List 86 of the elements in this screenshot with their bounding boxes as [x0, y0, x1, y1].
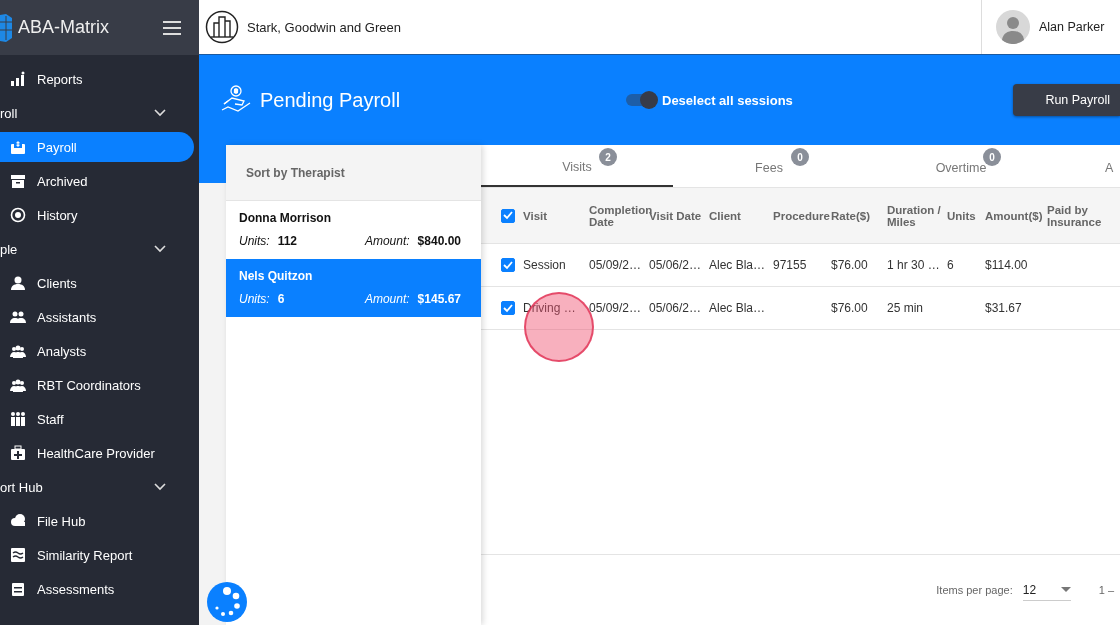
therapist-card[interactable]: Nels Quitzon Units: 6 Amount: $145.67 — [226, 259, 481, 317]
organization-name: Stark, Goodwin and Green — [247, 19, 401, 35]
column-header: Visit — [523, 209, 548, 222]
items-per-page-label: Items per page: — [936, 584, 1013, 596]
sidebar-item[interactable]: Assistants — [0, 302, 194, 332]
column-header: Amount($) — [985, 209, 1043, 222]
sidebar-item[interactable]: Similarity Report — [0, 540, 194, 570]
sidebar-section-header[interactable]: ort Hub — [0, 470, 199, 504]
sidebar-item[interactable]: History — [0, 200, 194, 230]
column-header: Duration / Miles — [887, 203, 941, 228]
clipboard-list-icon — [10, 581, 26, 597]
people-icon — [10, 309, 26, 325]
tab[interactable]: A — [1057, 145, 1114, 187]
table-cell: $76.00 — [831, 258, 868, 272]
page-size-select[interactable]: 12 — [1022, 579, 1071, 601]
table-cell: Alec Bla… — [709, 258, 766, 272]
count-badge: 0 — [983, 148, 1001, 166]
table-cell: 05/09/2… — [589, 301, 642, 315]
amount-value: $145.67 — [417, 292, 461, 306]
table-cell: 05/06/2… — [649, 301, 702, 315]
sidebar-item[interactable]: Reports — [0, 64, 194, 94]
amount-value: $840.00 — [417, 234, 461, 248]
toggle-label: Deselect all sessions — [662, 92, 793, 108]
caret-icon — [1060, 586, 1071, 593]
sidebar-item[interactable]: Staff — [0, 404, 194, 434]
sidebar-item[interactable]: File Hub — [0, 506, 194, 536]
column-header: Rate($) — [831, 209, 870, 222]
tab[interactable]: Fees 0 — [673, 145, 865, 187]
medical-kit-icon — [10, 445, 26, 461]
amount-label: Amount: — [364, 234, 410, 248]
table-cell: 25 min — [887, 301, 924, 315]
therapist-name: Donna Morrison — [239, 211, 332, 225]
units-label: Units: — [239, 234, 270, 248]
table-cell: $76.00 — [831, 301, 868, 315]
therapist-card[interactable]: Donna Morrison Units: 112 Amount: $840.00 — [226, 201, 481, 259]
page-range: 1 – — [1098, 584, 1114, 596]
panel-heading: Sort by Therapist — [246, 165, 345, 180]
cloud-icon — [10, 513, 26, 529]
table-cell: 6 — [947, 258, 954, 272]
sidebar-section-header[interactable]: roll — [0, 96, 199, 130]
buildings-logo-icon — [205, 10, 239, 44]
therapist-name: Nels Quitzon — [239, 269, 314, 283]
select-all-checkbox[interactable] — [501, 208, 515, 223]
sidebar-section-header[interactable]: ple — [0, 232, 199, 266]
sidebar-item[interactable]: RBT Coordinators — [0, 370, 194, 400]
amount-label: Amount: — [364, 292, 410, 306]
user-avatar-icon[interactable] — [996, 10, 1030, 44]
run-payroll-button[interactable]: Run Payroll — [1013, 84, 1120, 116]
sidebar-item[interactable]: HealthCare Provider — [0, 438, 194, 468]
row-checkbox[interactable] — [501, 301, 515, 315]
sidebar-item[interactable]: Assessments — [0, 574, 194, 604]
table-cell: 1 hr 30 … — [887, 258, 940, 272]
app-name: ABA-Matrix — [18, 17, 110, 38]
column-header: Units — [947, 209, 976, 222]
table-cell: $31.67 — [985, 301, 1022, 315]
wave-document-icon — [10, 547, 26, 563]
tab[interactable]: Overtime 0 — [865, 145, 1057, 187]
menu-button[interactable] — [163, 20, 181, 35]
table-cell: $114.00 — [985, 258, 1028, 272]
table-cell: Session — [523, 258, 566, 272]
column-header: Procedure — [773, 209, 830, 222]
units-value: 112 — [277, 234, 298, 248]
table-cell: 05/06/2… — [649, 258, 702, 272]
page-title: Pending Payroll — [260, 88, 401, 112]
people-icon — [10, 343, 26, 359]
units-label: Units: — [239, 292, 270, 306]
people-icon — [10, 411, 26, 427]
units-value: 6 — [277, 292, 285, 306]
sidebar-item[interactable]: Clients — [0, 268, 194, 298]
column-header: Paid by Insurance — [1047, 203, 1102, 228]
sidebar-item[interactable]: Payroll — [0, 132, 194, 162]
table-cell: Alec Bla… — [709, 301, 766, 315]
person-icon — [10, 275, 26, 291]
count-badge: 0 — [791, 148, 809, 166]
table-cell: 97155 — [773, 258, 807, 272]
sidebar-item[interactable]: Archived — [0, 166, 194, 196]
toggle-switch[interactable] — [626, 94, 656, 106]
sidebar-item[interactable]: Analysts — [0, 336, 194, 366]
user-name: Alan Parker — [1039, 20, 1105, 34]
people-icon — [10, 377, 26, 393]
table-cell: 05/09/2… — [589, 258, 642, 272]
bar-chart-icon — [10, 71, 26, 87]
archive-box-icon — [10, 173, 26, 189]
count-badge: 2 — [599, 148, 617, 166]
column-header: Client — [709, 209, 741, 222]
row-checkbox[interactable] — [501, 258, 515, 272]
